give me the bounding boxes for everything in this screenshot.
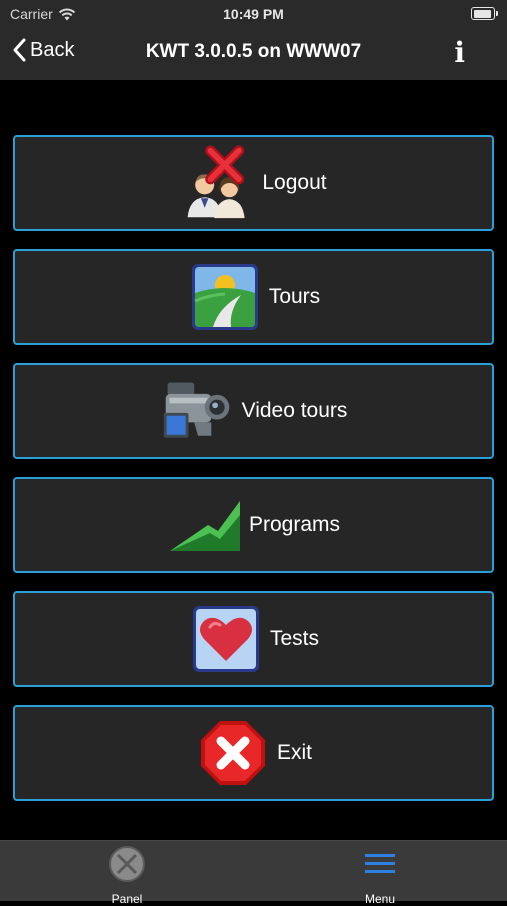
back-label: Back <box>30 38 75 61</box>
programs-chart-icon <box>167 487 243 563</box>
hamburger-menu-icon <box>365 854 395 873</box>
panel-close-icon <box>109 846 145 882</box>
tab-panel-label: Panel <box>111 892 143 906</box>
main-menu: Logout Tours Video tours Programs Tests … <box>13 135 494 819</box>
battery-icon <box>471 7 498 20</box>
tests-label: Tests <box>269 627 319 650</box>
video-tours-button[interactable]: Video tours <box>13 363 494 459</box>
tab-menu-label: Menu <box>364 892 396 906</box>
back-button[interactable]: Back <box>12 38 74 62</box>
video-camera-icon <box>160 373 236 449</box>
tab-menu[interactable]: Menu <box>320 845 440 906</box>
tests-button[interactable]: Tests <box>13 591 494 687</box>
programs-button[interactable]: Programs <box>13 477 494 573</box>
chevron-left-icon <box>13 38 26 62</box>
video-tours-label: Video tours <box>241 399 348 422</box>
exit-button[interactable]: Exit <box>13 705 494 801</box>
tab-panel[interactable]: Panel <box>67 845 187 906</box>
tours-label: Tours <box>268 285 321 308</box>
tours-button[interactable]: Tours <box>13 249 494 345</box>
logout-label: Logout <box>262 171 327 194</box>
status-bar: Carrier 10:49 PM <box>0 0 507 28</box>
exit-label: Exit <box>276 741 312 764</box>
tests-heart-icon <box>188 601 264 677</box>
navigation-bar: Back KWT 3.0.0.5 on WWW07 i <box>0 28 507 80</box>
tab-bar: Panel Menu <box>0 840 507 906</box>
exit-stop-icon <box>195 715 271 791</box>
clock: 10:49 PM <box>223 6 284 22</box>
page-title: KWT 3.0.0.5 on WWW07 <box>145 41 362 62</box>
logout-button[interactable]: Logout <box>13 135 494 231</box>
logout-users-icon <box>180 145 256 221</box>
info-button[interactable]: i <box>454 36 465 69</box>
programs-label: Programs <box>248 513 341 536</box>
tours-road-icon <box>187 259 263 335</box>
